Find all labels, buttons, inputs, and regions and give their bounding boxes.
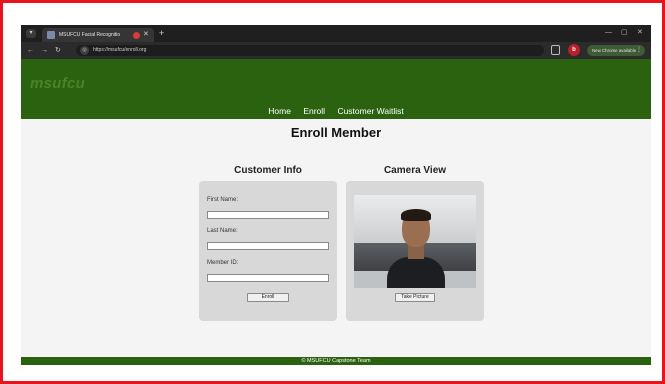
toolbar: ← → ↻ ◎ https://msufcu/enroll.org b New … (21, 42, 651, 59)
customer-info-card: First Name: Last Name: Member ID: Enroll (199, 181, 337, 321)
maximize-icon[interactable]: ▢ (621, 28, 628, 38)
update-label: New Chrome available (592, 48, 637, 53)
update-chrome-button[interactable]: New Chrome available ⋮ (587, 45, 645, 56)
msufcu-logo[interactable]: msufcu (30, 75, 85, 92)
browser-window: ▾ MSUFCU Facial Recognitio ✕ + — ▢ ✕ ← →… (21, 25, 651, 365)
customer-info-heading: Customer Info (234, 165, 302, 176)
new-tab-button[interactable]: + (159, 28, 164, 38)
recording-indicator-icon (133, 31, 140, 39)
tab-close-icon[interactable]: ✕ (143, 29, 149, 41)
screenshot-frame: ▾ MSUFCU Facial Recognitio ✕ + — ▢ ✕ ← →… (0, 0, 665, 384)
camera-card: Take Picture (346, 181, 484, 321)
last-name-label: Last Name: (207, 228, 238, 234)
profile-avatar[interactable]: b (568, 44, 580, 56)
last-name-input[interactable] (207, 242, 329, 250)
nav-enroll-link[interactable]: Enroll (303, 105, 325, 117)
address-bar[interactable]: ◎ https://msufcu/enroll.org (76, 45, 544, 56)
first-name-label: First Name: (207, 197, 239, 203)
first-name-input[interactable] (207, 211, 329, 219)
page-title: Enroll Member (290, 125, 382, 140)
main-content: Enroll Member Customer Info Camera View … (21, 119, 651, 357)
sidepanel-icon[interactable] (551, 45, 560, 55)
member-id-label: Member ID: (207, 260, 239, 266)
url-text[interactable]: https://msufcu/enroll.org (93, 45, 146, 56)
reload-icon[interactable]: ↻ (55, 45, 61, 56)
back-icon[interactable]: ← (27, 45, 34, 56)
tab-strip: ▾ MSUFCU Facial Recognitio ✕ + — ▢ ✕ (21, 25, 651, 42)
more-menu-icon[interactable]: ⋮ (636, 45, 642, 56)
camera-feed (354, 195, 476, 288)
close-window-icon[interactable]: ✕ (637, 28, 643, 38)
tab-title: MSUFCU Facial Recognitio (59, 32, 121, 38)
nav-home-link[interactable]: Home (268, 105, 291, 117)
person-hair (401, 209, 431, 221)
web-page: msufcu Home Enroll Customer Waitlist Enr… (21, 59, 651, 365)
forward-icon[interactable]: → (41, 45, 48, 56)
nav-customer-waitlist-link[interactable]: Customer Waitlist (337, 105, 403, 117)
enroll-button[interactable]: Enroll (247, 293, 289, 302)
browser-tab[interactable]: MSUFCU Facial Recognitio ✕ (42, 28, 154, 42)
site-header: msufcu Home Enroll Customer Waitlist (21, 59, 651, 119)
person-torso (387, 257, 445, 288)
site-footer: © MSUFCU Capstone Team (21, 357, 651, 365)
take-picture-button[interactable]: Take Picture (395, 293, 435, 302)
tab-search-icon[interactable]: ▾ (26, 29, 36, 38)
favicon-icon (47, 31, 55, 39)
main-nav: Home Enroll Customer Waitlist (21, 105, 651, 117)
member-id-input[interactable] (207, 274, 329, 282)
camera-view-heading: Camera View (383, 165, 447, 176)
minimize-icon[interactable]: — (605, 28, 612, 38)
site-info-icon[interactable]: ◎ (80, 46, 89, 55)
